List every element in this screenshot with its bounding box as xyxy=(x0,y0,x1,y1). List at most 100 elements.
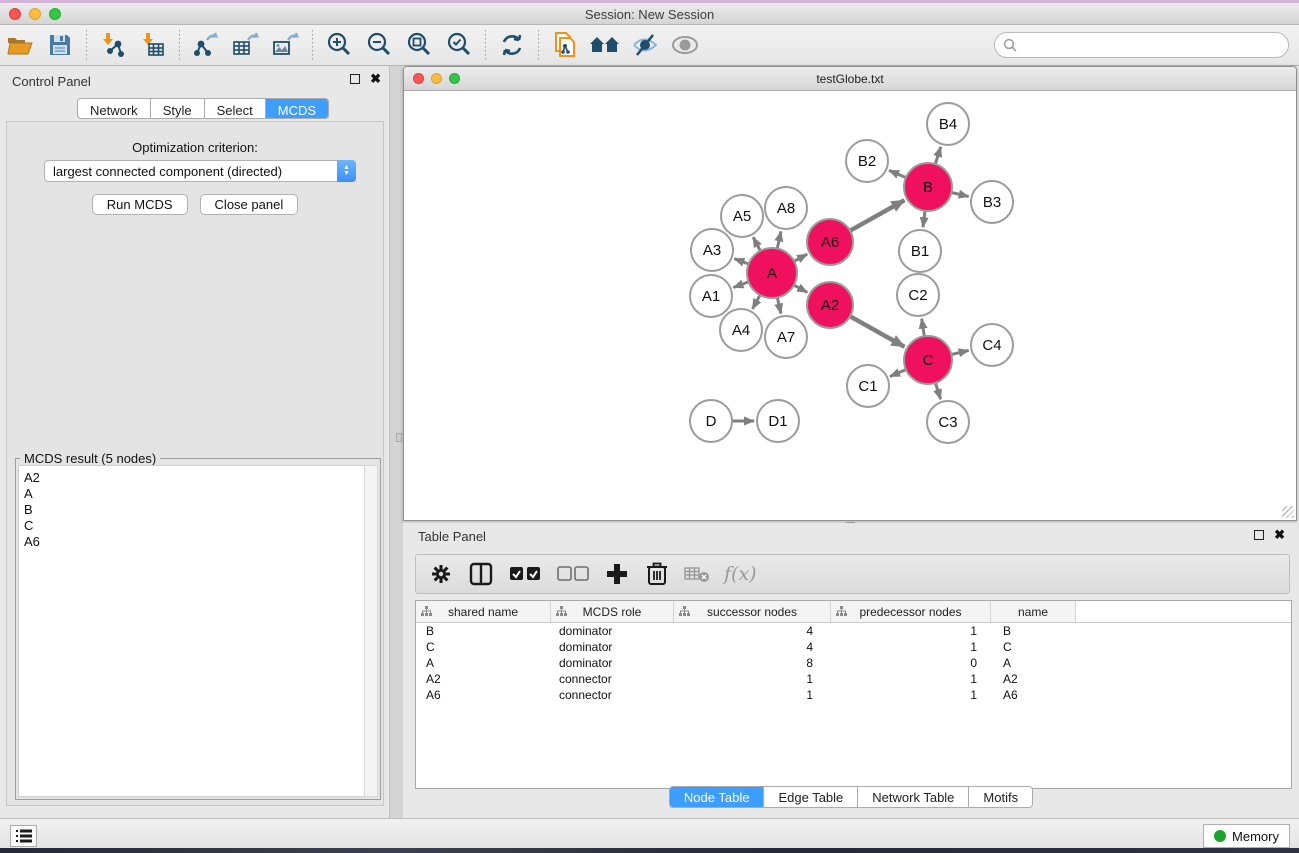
result-list-item[interactable]: A xyxy=(24,486,365,502)
table-cell[interactable]: 1 xyxy=(831,639,991,655)
export-network-icon[interactable] xyxy=(186,27,226,63)
close-panel-icon[interactable]: ✖ xyxy=(370,74,381,84)
network-graph[interactable]: B4B2BB3B1A5A8A6A3AA1A4A7A2C2CC4C1C3DD1 xyxy=(405,92,1296,520)
tab-node-table[interactable]: Node Table xyxy=(670,787,765,807)
zoom-out-icon[interactable] xyxy=(359,27,399,63)
hide-graphics-details-icon[interactable] xyxy=(625,27,665,63)
table-cell[interactable]: 1 xyxy=(831,671,991,687)
close-table-panel-icon[interactable]: ✖ xyxy=(1274,530,1285,540)
search-input[interactable] xyxy=(1017,38,1267,53)
resize-grip-icon[interactable] xyxy=(1282,506,1294,518)
table-cell[interactable]: 1 xyxy=(674,687,831,703)
table-cell[interactable]: 0 xyxy=(831,655,991,671)
table-cell[interactable]: B xyxy=(416,623,551,639)
open-file-icon[interactable] xyxy=(0,27,40,63)
network-window-titlebar[interactable]: testGlobe.txt xyxy=(404,67,1296,91)
search-box[interactable] xyxy=(994,32,1289,58)
table-row[interactable]: Adominator80A xyxy=(416,655,1291,671)
delete-table-icon[interactable] xyxy=(684,561,710,587)
float-table-panel-icon[interactable] xyxy=(1254,530,1264,540)
table-cell[interactable]: 8 xyxy=(674,655,831,671)
column-header[interactable]: MCDS role xyxy=(551,601,674,622)
vertical-splitter-handle[interactable] xyxy=(396,433,402,442)
column-header[interactable]: name xyxy=(991,601,1076,622)
tab-network-table[interactable]: Network Table xyxy=(858,787,969,807)
export-table-icon[interactable] xyxy=(226,27,266,63)
import-table-icon[interactable] xyxy=(133,27,173,63)
table-cell[interactable]: A xyxy=(991,655,1076,671)
result-list-item[interactable]: C xyxy=(24,518,365,534)
table-cell[interactable]: 1 xyxy=(831,623,991,639)
table-cell[interactable]: C xyxy=(991,639,1076,655)
split-table-icon[interactable] xyxy=(468,561,494,587)
memory-button[interactable]: Memory xyxy=(1203,824,1290,848)
window-title: Session: New Session xyxy=(0,7,1299,22)
import-network-icon[interactable] xyxy=(93,27,133,63)
show-graphics-details-icon[interactable] xyxy=(665,27,705,63)
table-row[interactable]: A6connector11A6 xyxy=(416,687,1291,703)
function-builder-icon[interactable]: f(x) xyxy=(724,563,757,585)
table-cell[interactable]: C xyxy=(416,639,551,655)
node-table[interactable]: shared nameMCDS rolesuccessor nodesprede… xyxy=(415,600,1292,789)
zoom-fit-icon[interactable] xyxy=(399,27,439,63)
zoom-selected-icon[interactable] xyxy=(439,27,479,63)
graph-edge[interactable] xyxy=(935,147,941,166)
table-cell[interactable]: A6 xyxy=(416,687,551,703)
graph-edge[interactable] xyxy=(848,315,904,347)
table-cell[interactable]: connector xyxy=(551,687,674,703)
run-mcds-button[interactable]: Run MCDS xyxy=(92,194,188,215)
tab-style[interactable]: Style xyxy=(151,99,205,119)
table-cell[interactable]: 4 xyxy=(674,639,831,655)
tab-motifs[interactable]: Motifs xyxy=(969,787,1032,807)
table-row[interactable]: A2connector11A2 xyxy=(416,671,1291,687)
float-panel-icon[interactable] xyxy=(350,74,360,84)
network-canvas[interactable]: B4B2BB3B1A5A8A6A3AA1A4A7A2C2CC4C1C3DD1 xyxy=(405,92,1296,520)
result-list-item[interactable]: A6 xyxy=(24,534,365,550)
table-cell[interactable]: A6 xyxy=(991,687,1076,703)
table-cell[interactable]: 4 xyxy=(674,623,831,639)
table-settings-icon[interactable] xyxy=(428,561,454,587)
table-cell[interactable]: connector xyxy=(551,671,674,687)
table-row[interactable]: Bdominator41B xyxy=(416,623,1291,639)
column-header[interactable]: predecessor nodes xyxy=(831,601,991,622)
save-session-icon[interactable] xyxy=(40,27,80,63)
result-list-item[interactable]: B xyxy=(24,502,365,518)
apply-layout-icon[interactable] xyxy=(492,27,532,63)
column-header[interactable]: shared name xyxy=(416,601,551,622)
graph-edge[interactable] xyxy=(848,200,904,232)
close-panel-button[interactable]: Close panel xyxy=(200,194,299,215)
home-icon[interactable] xyxy=(585,27,625,63)
zoom-in-icon[interactable] xyxy=(319,27,359,63)
table-row[interactable]: Cdominator41C xyxy=(416,639,1291,655)
tab-network[interactable]: Network xyxy=(78,99,151,119)
table-cell[interactable]: A2 xyxy=(991,671,1076,687)
criterion-dropdown[interactable]: largest connected component (directed) ▲… xyxy=(44,160,356,182)
tab-mcds[interactable]: MCDS xyxy=(266,99,328,119)
table-cell[interactable]: 1 xyxy=(831,687,991,703)
network-window-title: testGlobe.txt xyxy=(404,72,1296,86)
result-list-item[interactable]: A2 xyxy=(24,470,365,486)
table-cell-empty xyxy=(1076,655,1291,671)
table-cell[interactable]: B xyxy=(991,623,1076,639)
table-cell[interactable]: A2 xyxy=(416,671,551,687)
table-cell[interactable]: 1 xyxy=(674,671,831,687)
add-column-icon[interactable] xyxy=(604,561,630,587)
table-cell[interactable]: dominator xyxy=(551,623,674,639)
tab-select[interactable]: Select xyxy=(205,99,266,119)
table-cell[interactable]: A xyxy=(416,655,551,671)
graph-edge[interactable] xyxy=(889,170,908,178)
tab-edge-table[interactable]: Edge Table xyxy=(764,787,858,807)
unselect-all-columns-icon[interactable] xyxy=(556,561,590,587)
table-cell[interactable]: dominator xyxy=(551,639,674,655)
table-cell[interactable]: dominator xyxy=(551,655,674,671)
select-all-columns-icon[interactable] xyxy=(508,561,542,587)
graph-node-label: A1 xyxy=(702,288,720,305)
task-history-button[interactable] xyxy=(10,825,37,847)
main-titlebar[interactable]: Session: New Session xyxy=(0,3,1299,25)
column-header[interactable]: successor nodes xyxy=(674,601,831,622)
open-network-document-icon[interactable] xyxy=(545,27,585,63)
delete-column-icon[interactable] xyxy=(644,561,670,587)
export-image-icon[interactable] xyxy=(266,27,306,63)
mcds-result-list[interactable]: A2ABCA6 xyxy=(18,465,366,797)
result-scrollbar[interactable] xyxy=(364,465,378,797)
